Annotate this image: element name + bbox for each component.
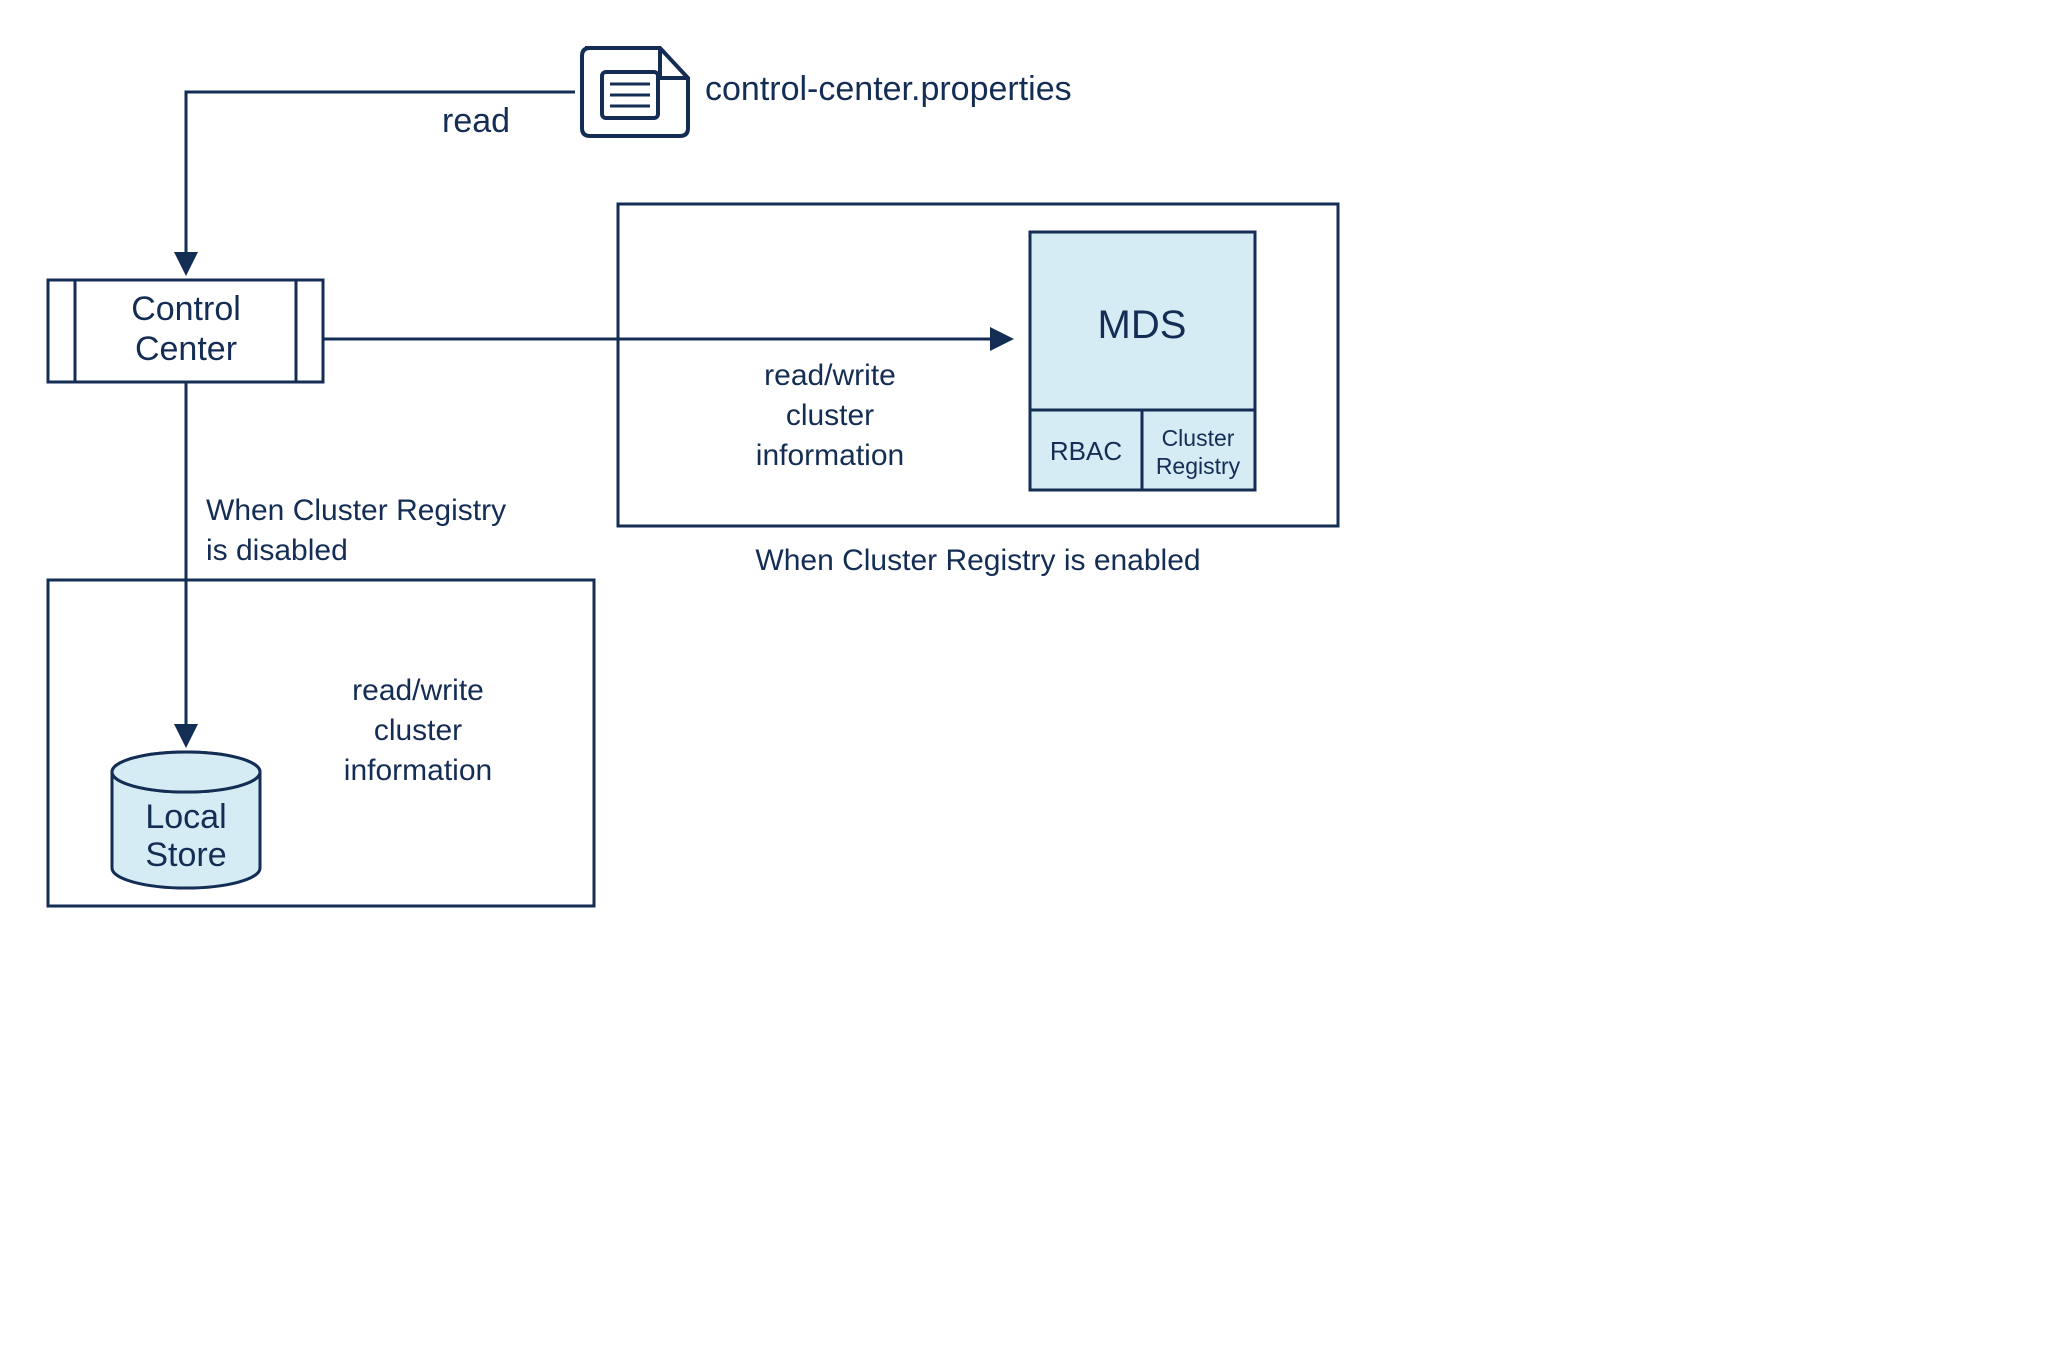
- local-store-label-2: Store: [145, 836, 226, 874]
- label-rw-right-2: cluster: [786, 399, 874, 432]
- mds-label: MDS: [1098, 303, 1187, 347]
- properties-file-icon: [582, 48, 688, 136]
- caption-enabled: When Cluster Registry is enabled: [755, 544, 1200, 577]
- label-rw-bottom-3: information: [344, 754, 492, 787]
- label-rw-bottom-2: cluster: [374, 714, 462, 747]
- control-center-box: Control Center: [48, 280, 323, 382]
- cluster-registry-label-2: Registry: [1156, 453, 1241, 479]
- mds-box: MDS: [1030, 232, 1255, 410]
- label-read: read: [442, 102, 510, 140]
- control-center-label-1: Control: [131, 290, 241, 328]
- properties-file-label: control-center.properties: [705, 70, 1072, 108]
- rbac-label: RBAC: [1050, 436, 1122, 466]
- label-rw-right-3: information: [756, 439, 904, 472]
- note-disabled-1: When Cluster Registry: [206, 494, 506, 527]
- control-center-label-2: Center: [135, 330, 237, 368]
- note-disabled-2: is disabled: [206, 534, 348, 567]
- cluster-registry-box: Cluster Registry: [1142, 410, 1255, 490]
- rbac-box: RBAC: [1030, 410, 1142, 490]
- local-store-cylinder: Local Store: [112, 752, 260, 888]
- label-rw-bottom-1: read/write: [352, 674, 484, 707]
- cluster-registry-label-1: Cluster: [1162, 425, 1235, 451]
- label-rw-right-1: read/write: [764, 359, 896, 392]
- arrow-props-to-cc: [186, 92, 575, 272]
- local-store-label-1: Local: [145, 798, 226, 836]
